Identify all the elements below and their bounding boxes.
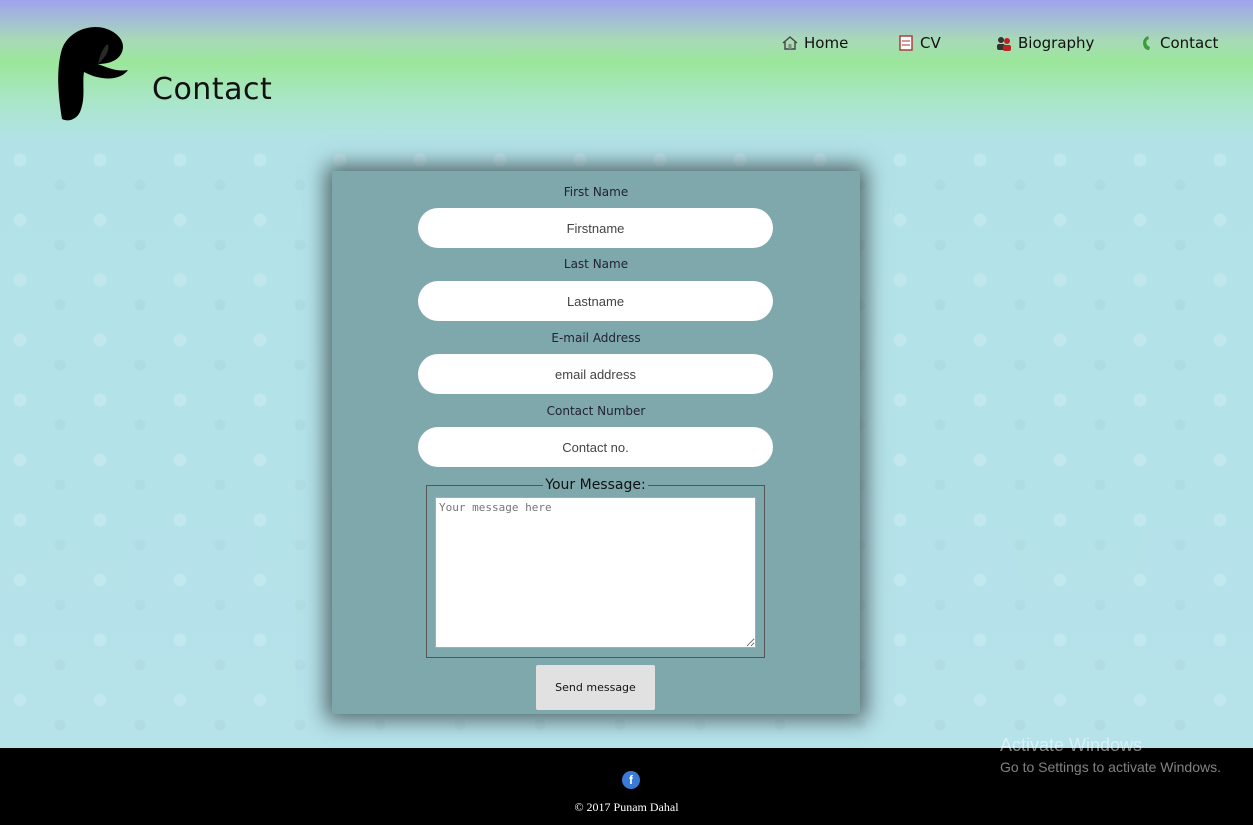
home-icon [782,35,798,51]
first-name-label: First Name [563,185,629,199]
people-icon [996,35,1012,51]
copyright-text: © 2017 Punam Dahal [574,800,679,814]
send-message-button[interactable]: Send message [536,665,655,710]
message-textarea[interactable] [435,497,756,648]
phone-icon [1138,35,1154,51]
first-name-input[interactable] [418,208,773,248]
main-nav: Home CV Biography Contact [0,34,1253,58]
site-footer: f © 2017 Punam Dahal [0,748,1253,825]
email-input[interactable] [418,354,773,394]
nav-biography-label: Biography [1018,34,1095,52]
nav-contact[interactable]: Contact [1138,34,1218,52]
message-legend: Your Message: [545,477,646,493]
message-fieldset: Your Message: [426,477,765,658]
nav-home-label: Home [804,34,849,52]
nav-cv-label: CV [920,34,941,52]
nav-cv[interactable]: CV [898,34,941,52]
nav-biography[interactable]: Biography [996,34,1094,52]
last-name-input[interactable] [418,281,773,321]
last-name-label: Last Name [563,257,629,271]
contact-number-label: Contact Number [546,404,646,418]
nav-contact-label: Contact [1160,34,1219,52]
contact-number-input[interactable] [418,427,773,467]
nav-home[interactable]: Home [782,34,848,52]
contact-form: First Name Last Name E-mail Address Cont… [332,171,860,714]
facebook-icon[interactable]: f [622,771,640,789]
page-title: Contact [152,72,273,107]
email-label: E-mail Address [551,331,641,345]
document-icon [898,35,914,51]
